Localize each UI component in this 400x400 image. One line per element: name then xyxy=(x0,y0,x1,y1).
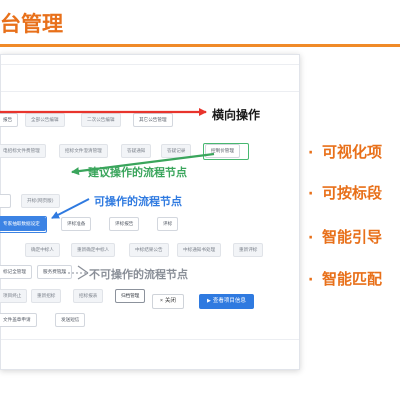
node-bid-report[interactable]: 招标报表 xyxy=(73,289,104,303)
node-rebid[interactable]: 重新招标 xyxy=(31,289,62,303)
feature-label: 可视化项 xyxy=(322,143,383,161)
bullet-dot: · xyxy=(308,230,314,246)
node-label: 专家抽取数据设定 xyxy=(3,222,40,227)
node-label: 归档管理 xyxy=(121,294,140,299)
suggested-highlight xyxy=(203,143,249,160)
node-edit-all-notices[interactable]: 全部公告编辑 xyxy=(25,113,65,127)
node-label: 文件盖章申请 xyxy=(3,318,31,323)
node-edit-second-notice[interactable]: 二次公告编辑 xyxy=(81,113,121,127)
feature-item-visual: · 可视化项 xyxy=(308,141,382,163)
node-label: 电招标文件费管理 xyxy=(3,149,40,154)
node-label: 服务费管理 xyxy=(43,270,66,275)
feature-label: 智能引导 xyxy=(322,228,383,246)
node-label: 标记全管理 xyxy=(3,270,26,275)
node-project-terminate[interactable]: 项目终止 xyxy=(0,289,28,303)
node-re-evaluation[interactable]: 重新评标 xyxy=(233,243,264,257)
node-label: 评标 xyxy=(163,222,173,227)
title-divider xyxy=(0,44,400,47)
node-label: 招标文件澄清管理 xyxy=(65,149,102,154)
node-other-notices[interactable]: 其它公告管理 xyxy=(133,113,173,127)
node-label: 答疑通知 xyxy=(127,149,146,154)
node-label: 重新招标 xyxy=(37,294,56,299)
node-label: 重新评标 xyxy=(239,248,258,253)
node-label: 其它公告管理 xyxy=(139,118,167,123)
bullet-dot: · xyxy=(308,145,314,161)
node-report[interactable]: 报告 xyxy=(0,113,19,127)
node-service-fee[interactable]: 服务费管理 xyxy=(37,265,72,279)
node-expert-extraction[interactable]: 专家抽取数据设定 xyxy=(0,217,46,231)
node-evaluation-prep[interactable]: 评标准备 xyxy=(61,217,92,231)
node-label: 答疑记录 xyxy=(167,149,186,154)
node-evaluation[interactable]: 评标 xyxy=(157,217,179,231)
node-label: 招标报表 xyxy=(79,294,98,299)
node-evaluation-report[interactable]: 评标报告 xyxy=(109,217,140,231)
node-bid-bond[interactable]: 标记全管理 xyxy=(0,265,32,279)
node-send-sms[interactable]: 发送短信 xyxy=(55,313,86,327)
bullet-dot: · xyxy=(308,186,314,202)
view-label: 查看项目信息 xyxy=(212,298,246,304)
node-label: 重新确定中标人 xyxy=(77,248,110,253)
node-label: 报告 xyxy=(3,118,13,123)
row-divider xyxy=(1,91,299,92)
node-qa-record[interactable]: 答疑记录 xyxy=(161,144,192,158)
node-opening-partial[interactable] xyxy=(0,194,11,208)
feature-label: 可按标段 xyxy=(322,184,383,202)
node-label: 二次公告编辑 xyxy=(87,118,115,123)
node-winner-announcement[interactable]: 中标结果公告 xyxy=(129,243,169,257)
node-label: 发送短信 xyxy=(61,318,80,323)
panel-header-bar xyxy=(1,55,299,65)
feature-label: 智能匹配 xyxy=(322,270,383,288)
node-win-notice[interactable]: 中标通知书处理 xyxy=(177,243,222,257)
page-title: 台管理 xyxy=(0,12,63,36)
annotation-operable-node: 可操作的流程节点 xyxy=(94,195,182,208)
node-tender-clarification[interactable]: 招标文件澄清管理 xyxy=(59,144,108,158)
node-label: 评标准备 xyxy=(67,222,86,227)
annotation-inoperable-node: 不可操作的流程节点 xyxy=(89,268,188,281)
node-qa-notice[interactable]: 答疑通知 xyxy=(121,144,152,158)
node-label: 开标(网页版) xyxy=(27,199,54,204)
node-label: 项目终止 xyxy=(3,294,22,299)
node-label: 中标通知书处理 xyxy=(183,248,216,253)
node-reconfirm-winner[interactable]: 重新确定中标人 xyxy=(71,243,116,257)
close-icon: × xyxy=(160,298,163,304)
close-label: 关闭 xyxy=(164,298,176,304)
node-label: 评标报告 xyxy=(115,222,134,227)
node-label: 确定中标人 xyxy=(31,248,54,253)
view-project-info-button[interactable]: ▶ 查看项目信息 xyxy=(199,294,254,309)
workflow-panel: 报告 全部公告编辑 二次公告编辑 其它公告管理 电招标文件费管理 招标文件澄清管… xyxy=(0,54,300,370)
feature-item-by-section: · 可按标段 xyxy=(308,182,382,204)
bullet-dot: · xyxy=(308,272,314,288)
panel-footer-divider xyxy=(1,339,299,340)
annotation-suggested-node: 建议操作的流程节点 xyxy=(88,166,187,179)
close-button[interactable]: × 关闭 xyxy=(152,294,184,309)
node-doc-stamp[interactable]: 文件盖章申请 xyxy=(0,313,37,327)
feature-item-smart-guide: · 智能引导 xyxy=(308,226,382,248)
node-label: 中标结果公告 xyxy=(135,248,163,253)
node-label: 全部公告编辑 xyxy=(31,118,59,123)
node-bid-opening-web[interactable]: 开标(网页版) xyxy=(21,194,60,208)
node-archive[interactable]: 归档管理 xyxy=(115,289,146,303)
feature-item-smart-match: · 智能匹配 xyxy=(308,268,382,290)
view-icon: ▶ xyxy=(207,298,211,304)
node-tender-doc-fee[interactable]: 电招标文件费管理 xyxy=(0,144,46,158)
annotation-horizontal-operation: 横向操作 xyxy=(212,108,261,122)
node-confirm-winner[interactable]: 确定中标人 xyxy=(25,243,60,257)
